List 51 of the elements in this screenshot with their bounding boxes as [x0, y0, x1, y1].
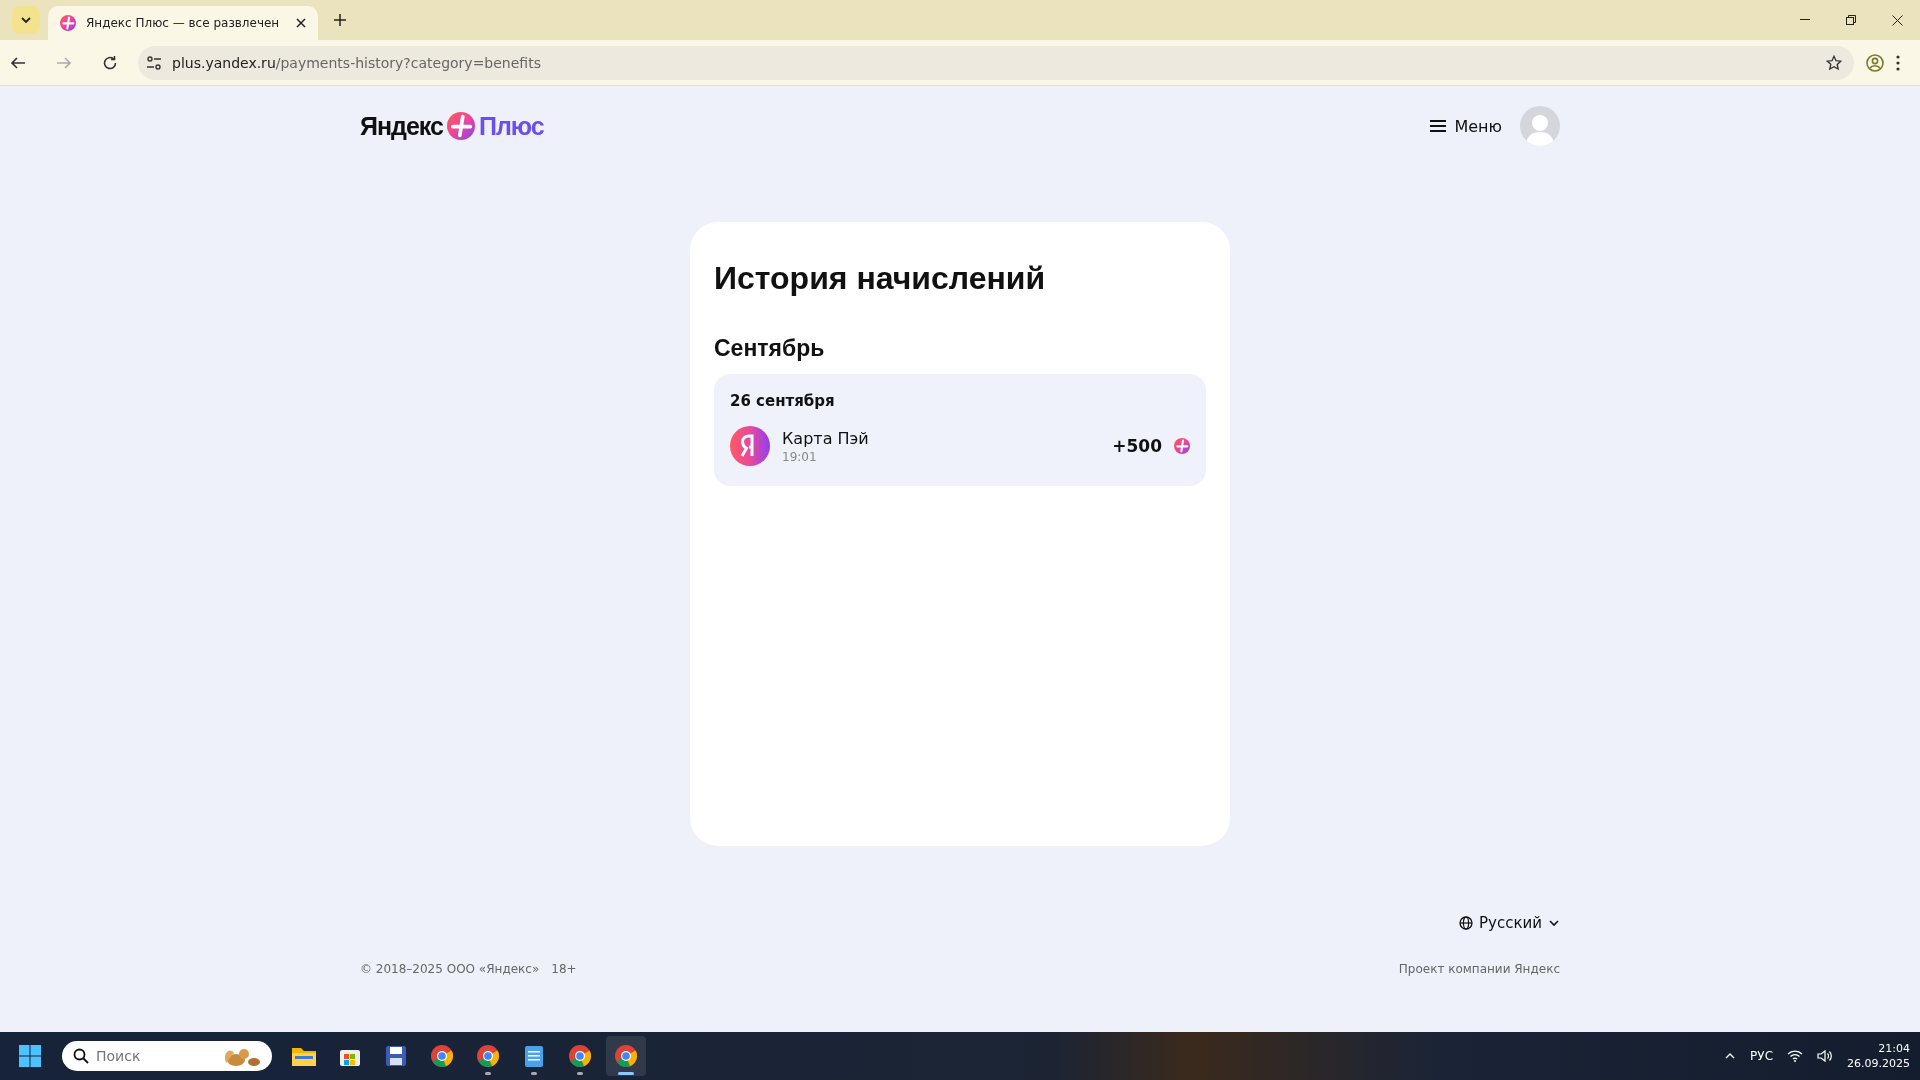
input-language-indicator[interactable]: РУС — [1750, 1049, 1773, 1063]
tab-list-button[interactable] — [12, 6, 40, 34]
close-icon[interactable] — [296, 18, 306, 28]
notepad-icon — [524, 1044, 544, 1068]
user-silhouette-icon — [1525, 112, 1555, 146]
logo-wordmark[interactable]: Яндекс — [360, 111, 443, 141]
project-credit[interactable]: Проект компании Яндекс — [1398, 962, 1560, 976]
back-arrow-icon[interactable] — [10, 54, 26, 71]
more-vertical-icon[interactable] — [1896, 54, 1900, 71]
close-icon — [1891, 14, 1903, 26]
copyright-text: © 2018–2025 ООО «Яндекс» — [360, 962, 540, 976]
chrome-icon — [614, 1044, 638, 1068]
minimize-icon — [1800, 19, 1810, 21]
age-rating: 18+ — [551, 962, 577, 976]
browser-tab[interactable]: Яндекс Плюс — все развлечен — [48, 6, 318, 40]
restore-icon — [1846, 15, 1856, 25]
taskbar-app-button[interactable] — [606, 1036, 646, 1076]
menu-icon — [1430, 120, 1447, 132]
speaker-icon[interactable] — [1817, 1049, 1833, 1063]
star-icon[interactable] — [1826, 54, 1842, 71]
plus-logo-icon — [60, 15, 76, 31]
wifi-icon[interactable] — [1787, 1050, 1803, 1062]
taskbar-search-field[interactable]: Поиск — [62, 1041, 272, 1071]
globe-icon — [1459, 916, 1473, 930]
search-icon — [73, 1048, 89, 1064]
windows-logo-icon — [19, 1045, 41, 1067]
logo-product-name[interactable]: Плюс — [478, 111, 544, 141]
yandex-logo-icon — [730, 426, 770, 466]
chrome-icon — [430, 1044, 454, 1068]
profile-icon[interactable] — [1866, 53, 1884, 72]
site-settings-icon[interactable] — [146, 55, 162, 70]
day-date: 26 сентября — [730, 392, 836, 410]
entry-time: 19:01 — [782, 449, 818, 464]
chevron-down-icon — [20, 14, 32, 26]
page-title: История начислений — [714, 260, 1047, 297]
reload-icon[interactable] — [102, 54, 118, 71]
url-text[interactable]: plus.yandex.ru/payments-history?category=benefits — [172, 54, 541, 71]
folder-icon — [291, 1045, 317, 1067]
menu-button[interactable]: Меню — [1426, 112, 1506, 140]
chrome-icon — [568, 1044, 592, 1068]
plus-points-icon — [1174, 438, 1190, 454]
entry-name: Карта Пэй — [782, 428, 870, 448]
clock-time[interactable]: 21:04 — [1878, 1042, 1910, 1055]
entry-amount: +500 — [1112, 436, 1162, 456]
language-selector[interactable]: Русский — [1459, 914, 1560, 932]
plus-logo-icon — [446, 112, 475, 140]
chrome-icon — [476, 1044, 500, 1068]
clock-date[interactable]: 26.09.2025 — [1847, 1057, 1910, 1070]
chevron-down-icon — [1548, 917, 1560, 929]
plus-icon — [334, 14, 346, 26]
month-heading: Сентябрь — [714, 335, 826, 362]
